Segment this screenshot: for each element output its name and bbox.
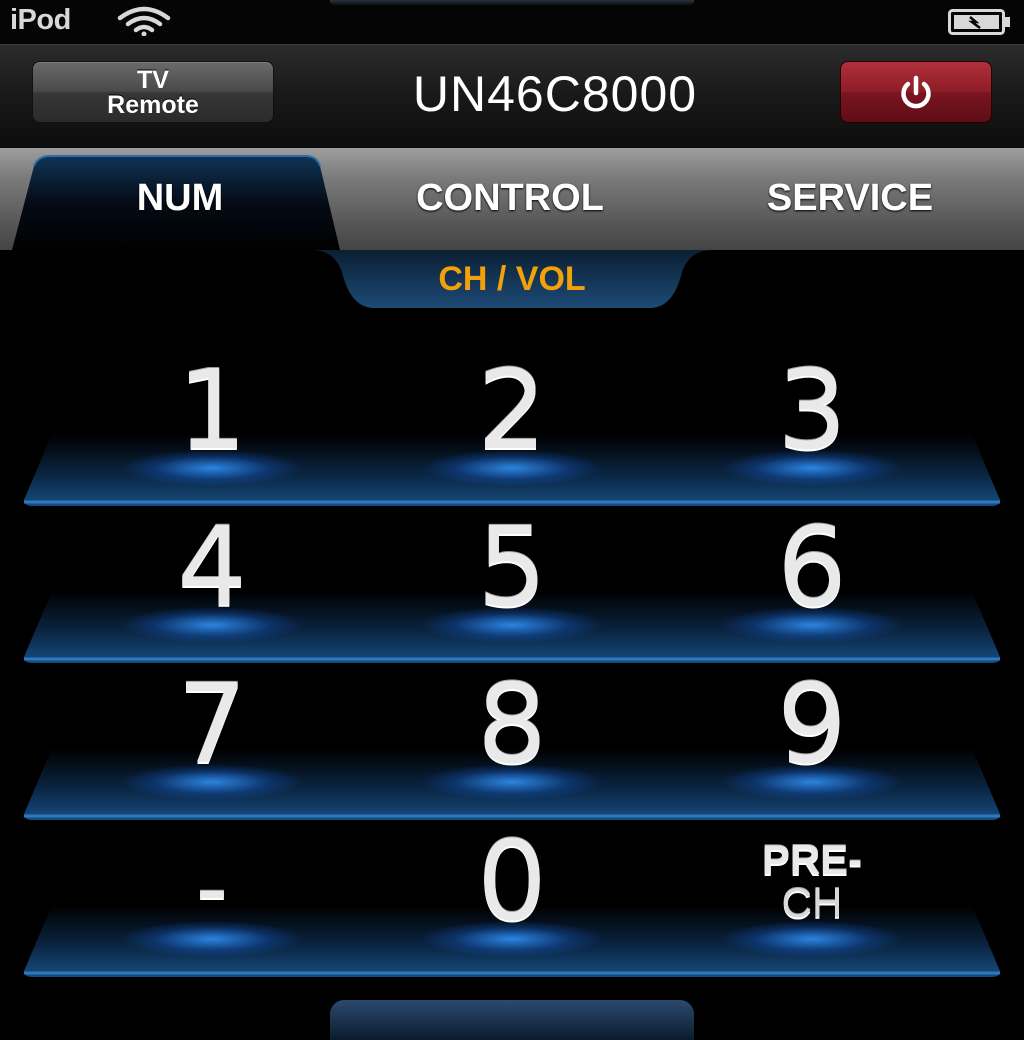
key-dash-label: - [195, 836, 229, 941]
key-9-label: 9 [777, 660, 847, 788]
key-5[interactable]: 5 [362, 507, 662, 643]
tv-remote-button-line1: TV [137, 66, 169, 94]
key-pre-ch[interactable]: PRE- CH [662, 821, 962, 957]
key-glow [722, 921, 902, 957]
key-8[interactable]: 8 [362, 664, 662, 800]
key-1-label: 1 [177, 346, 247, 474]
bottom-tab-edge[interactable] [330, 1000, 694, 1040]
key-7-label: 7 [177, 660, 247, 788]
key-3-label: 3 [777, 346, 847, 474]
page-title: UN46C8000 [412, 66, 698, 122]
key-dash[interactable]: - [62, 821, 362, 957]
tab-bar: NUM CONTROL SERVICE [0, 148, 1024, 250]
battery-charging-icon [948, 9, 1012, 40]
keypad-row-3: 7 8 9 [0, 664, 1024, 820]
key-pre-ch-line2: CH [781, 879, 843, 926]
nav-header: TV Remote UN46C8000 [0, 44, 1024, 148]
key-0-label: 0 [477, 817, 547, 945]
keypad-row-2: 4 5 6 [0, 507, 1024, 663]
key-2-label: 2 [477, 346, 547, 474]
power-icon [901, 75, 931, 109]
subtab-label: CH / VOL [438, 260, 586, 298]
key-pre-ch-line1: PRE- [761, 836, 863, 883]
power-button[interactable] [840, 61, 992, 123]
keypad-row-1: 1 2 3 [0, 350, 1024, 506]
carrier-label: iPod [10, 4, 71, 36]
key-3[interactable]: 3 [662, 350, 962, 486]
tv-remote-button[interactable]: TV Remote [32, 61, 274, 123]
key-4-label: 4 [177, 503, 247, 631]
tab-control-label: CONTROL [416, 177, 604, 219]
tab-control[interactable]: CONTROL [340, 148, 680, 250]
key-1[interactable]: 1 [62, 350, 362, 486]
status-bar: iPod [0, 0, 1024, 44]
tab-num-label: NUM [136, 177, 224, 219]
wifi-icon [116, 6, 172, 41]
tv-remote-button-line2: Remote [107, 91, 199, 119]
key-7[interactable]: 7 [62, 664, 362, 800]
key-6-label: 6 [777, 503, 847, 631]
tab-service[interactable]: SERVICE [680, 148, 1020, 250]
key-5-label: 5 [477, 503, 547, 631]
subtab-ch-vol[interactable]: CH / VOL [312, 250, 712, 310]
key-0[interactable]: 0 [362, 821, 662, 957]
tab-num[interactable]: NUM [0, 148, 340, 250]
key-6[interactable]: 6 [662, 507, 962, 643]
key-8-label: 8 [477, 660, 547, 788]
key-2[interactable]: 2 [362, 350, 662, 486]
key-4[interactable]: 4 [62, 507, 362, 643]
status-notch [330, 0, 694, 5]
keypad-row-4: - 0 PRE- CH [0, 821, 1024, 977]
tab-service-label: SERVICE [766, 177, 934, 219]
key-9[interactable]: 9 [662, 664, 962, 800]
